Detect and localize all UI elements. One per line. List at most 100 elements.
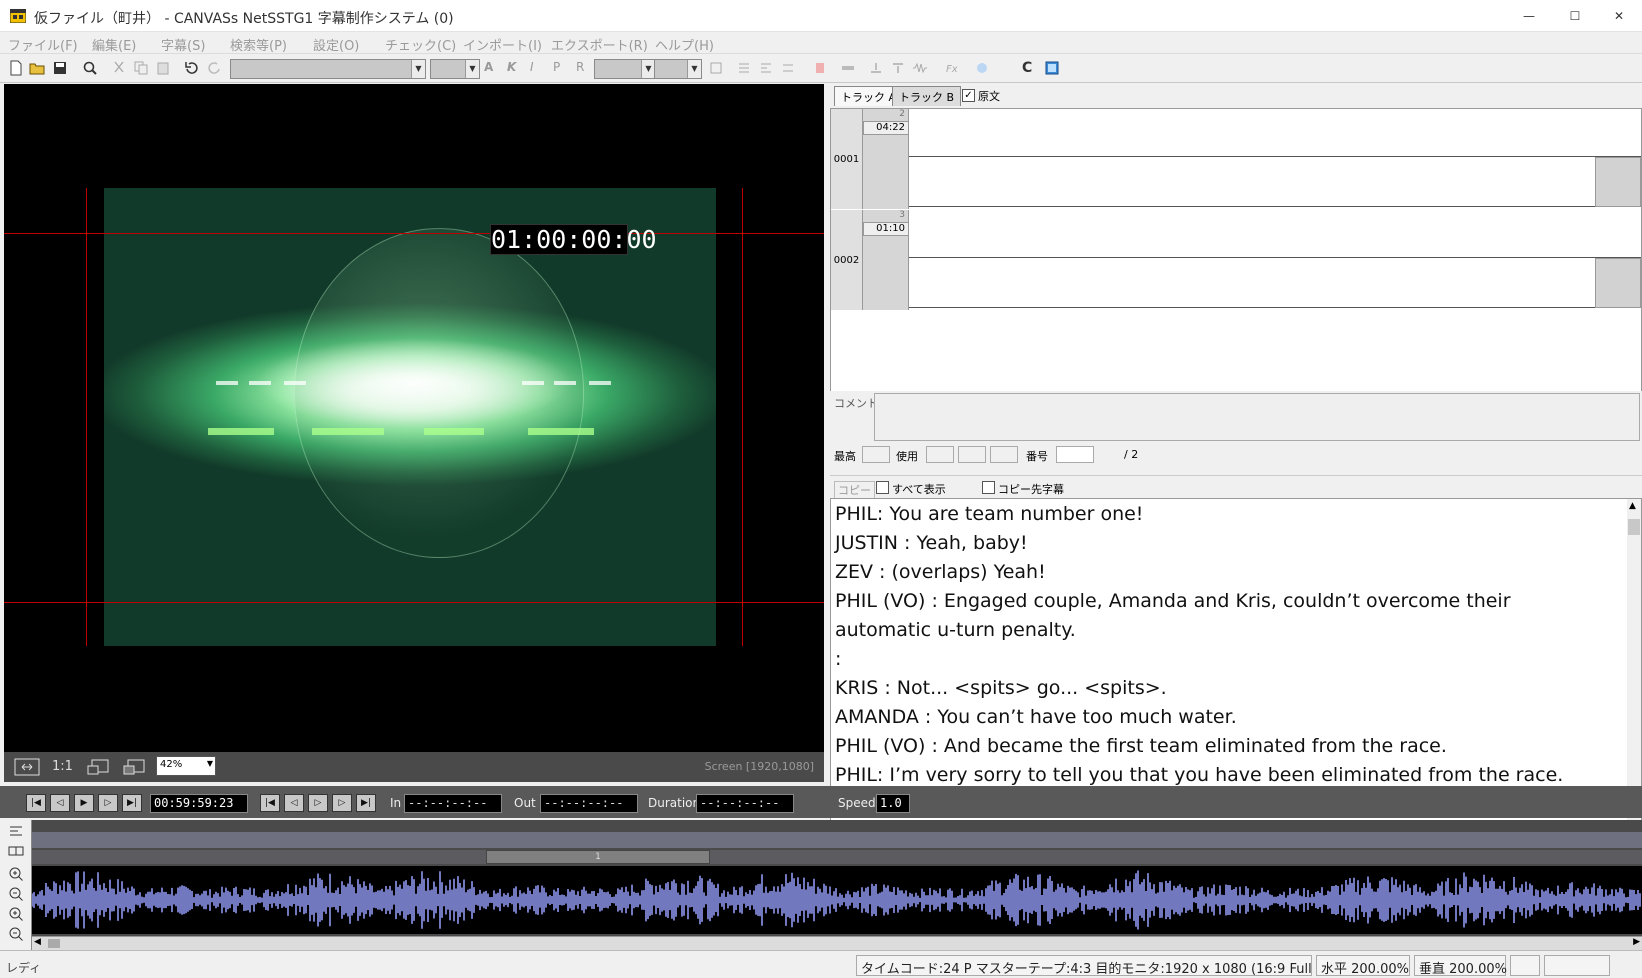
color-combo[interactable]: ▼ (594, 59, 656, 79)
font-combo[interactable]: ▼ (230, 59, 426, 79)
save-icon[interactable] (52, 60, 68, 76)
zoom-in-vertical-icon[interactable] (8, 906, 24, 922)
mark-end-icon[interactable]: ▶| (356, 794, 376, 812)
subtitle-track[interactable] (32, 850, 1642, 864)
timeline-ruler[interactable] (32, 832, 1642, 848)
subtitle-side-cell (1595, 157, 1641, 207)
track-marker-icon[interactable] (8, 824, 24, 838)
subtitle-line-2[interactable] (909, 157, 1595, 207)
menu-import[interactable]: インポート(I) (463, 35, 542, 54)
scroll-up-icon[interactable]: ▲ (1629, 501, 1636, 511)
step-back-icon[interactable]: ◁ (50, 794, 70, 812)
mark-back-icon[interactable]: ◁ (284, 794, 304, 812)
text-style-p-button[interactable]: P (553, 60, 569, 76)
go-start-icon[interactable]: |◀ (26, 794, 46, 812)
palette-icon[interactable] (974, 60, 990, 76)
number-input[interactable] (1056, 446, 1094, 463)
position-combo[interactable]: ▼ (654, 59, 702, 79)
comment-area: コメント (830, 391, 1642, 441)
timeline-gutter (0, 820, 32, 950)
out-timecode[interactable]: --:--:--:-- (540, 794, 638, 813)
new-file-icon[interactable] (8, 60, 24, 76)
clip-icon[interactable] (8, 844, 24, 858)
open-folder-icon[interactable] (29, 60, 45, 76)
audio-waveform[interactable] (32, 866, 1642, 934)
subtitle-line-2[interactable] (909, 258, 1595, 308)
align-tool-icon[interactable] (736, 60, 752, 76)
close-button[interactable]: ✕ (1596, 0, 1642, 32)
format-tool-icon[interactable] (708, 60, 724, 76)
subtitle-line-1[interactable] (909, 210, 1641, 258)
maximize-button[interactable]: ☐ (1552, 0, 1598, 32)
script-line: PHIL (VO) : And became the first team el… (835, 735, 1447, 757)
menu-edit[interactable]: 編集(E) (92, 35, 136, 54)
menu-export[interactable]: エクスポート(R) (551, 35, 648, 54)
menu-settings[interactable]: 設定(O) (313, 35, 359, 54)
go-end-icon[interactable]: ▶| (122, 794, 142, 812)
display-mode-alt-icon[interactable] (122, 758, 146, 776)
monitor-icon[interactable] (1044, 60, 1060, 76)
step-forward-icon[interactable]: ▷ (98, 794, 118, 812)
effect-fx-icon[interactable]: Fx (944, 60, 960, 76)
undo-icon[interactable] (184, 60, 200, 76)
split-tool-icon[interactable] (758, 60, 774, 76)
menu-file[interactable]: ファイル(F) (8, 35, 78, 54)
comment-field[interactable] (874, 393, 1640, 441)
duration-timecode[interactable]: --:--:--:-- (696, 794, 794, 813)
text-style-a-button[interactable]: A (484, 60, 500, 76)
row-up-icon[interactable] (868, 60, 884, 76)
fullscreen-icon[interactable] (14, 758, 40, 776)
subtitle-clip[interactable]: 1 (486, 850, 710, 864)
merge-tool-icon[interactable] (780, 60, 796, 76)
mark-start-icon[interactable]: |◀ (260, 794, 280, 812)
counter-bar: 最高 使用 番号 / 2 (830, 443, 1642, 465)
scroll-right-icon[interactable]: ▶ (1633, 937, 1640, 947)
copy-icon[interactable] (133, 60, 149, 76)
menu-check[interactable]: チェック(C) (385, 35, 456, 54)
copy-dest-checkbox[interactable] (982, 481, 995, 494)
redo-icon[interactable] (206, 60, 222, 76)
show-all-checkbox[interactable] (876, 481, 889, 494)
video-preview[interactable]: 01:00:00:00 (4, 84, 824, 752)
scroll-thumb[interactable] (1628, 519, 1640, 535)
in-timecode[interactable]: --:--:--:-- (404, 794, 502, 813)
timeline-scroll-thumb[interactable] (48, 939, 60, 948)
display-mode-icon[interactable] (86, 758, 110, 776)
play-icon[interactable]: ▶ (74, 794, 94, 812)
zoom-in-icon[interactable] (8, 866, 24, 882)
cut-icon[interactable] (111, 60, 127, 76)
magnifier-icon[interactable] (82, 60, 98, 76)
menu-subtitle[interactable]: 字幕(S) (161, 35, 205, 54)
zoom-out-icon[interactable] (8, 886, 24, 902)
minimize-button[interactable]: — (1506, 0, 1552, 32)
text-style-r-button[interactable]: R (576, 60, 592, 76)
c-button[interactable]: C (1022, 60, 1038, 76)
original-checkbox[interactable]: ✓ (962, 89, 975, 102)
speed-value[interactable]: 1.0 (876, 794, 910, 813)
text-style-k-button[interactable]: K (507, 60, 523, 76)
red-mark-icon[interactable] (812, 60, 828, 76)
tab-track-b[interactable]: トラック B (892, 86, 962, 106)
subtitle-row[interactable]: 0001 2 04:22 (831, 109, 1641, 209)
zoom-select[interactable]: 42% ▼ (156, 756, 216, 776)
wave-tool-icon[interactable] (912, 60, 928, 76)
italic-button[interactable]: I (530, 60, 546, 76)
subtitle-number: 0002 (831, 210, 863, 310)
timeline-scrollbar[interactable]: ◀ ▶ (32, 936, 1642, 950)
zoom-out-vertical-icon[interactable] (8, 926, 24, 942)
copy-button[interactable]: コピー (834, 481, 875, 499)
scroll-left-icon[interactable]: ◀ (34, 937, 41, 947)
menu-search[interactable]: 検索等(P) (230, 35, 287, 54)
row-down-icon[interactable] (890, 60, 906, 76)
mark-forward-icon[interactable]: ▷ (332, 794, 352, 812)
paste-icon[interactable] (155, 60, 171, 76)
menu-help[interactable]: ヘルプ(H) (655, 35, 714, 54)
insert-row-icon[interactable] (840, 60, 856, 76)
mark-play-icon[interactable]: ▷ (308, 794, 328, 812)
vertical-zoom: 垂直 200.00% (1414, 955, 1507, 977)
fit-ratio-button[interactable]: 1:1 (52, 759, 73, 774)
size-combo[interactable]: ▼ (430, 59, 480, 79)
subtitle-row[interactable]: 0002 3 01:10 (831, 210, 1641, 310)
subtitle-line-1[interactable] (909, 109, 1641, 157)
current-timecode[interactable]: 00:59:59:23 (150, 794, 248, 813)
